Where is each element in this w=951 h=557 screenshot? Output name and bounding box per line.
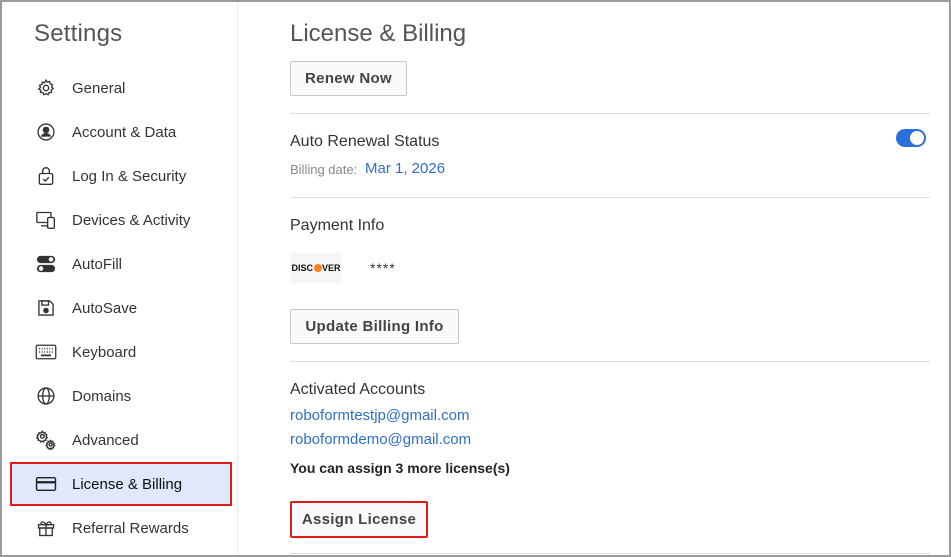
assign-license-button[interactable]: Assign License: [292, 503, 426, 536]
divider: [290, 361, 930, 362]
sidebar-item-label: Keyboard: [72, 343, 137, 361]
lock-icon: [34, 164, 58, 188]
activated-account-link[interactable]: roboformdemo@gmail.com: [290, 431, 471, 448]
assign-license-highlight: Assign License: [290, 501, 428, 538]
sidebar-item-license-billing[interactable]: License & Billing: [10, 462, 232, 506]
license-remaining-note: You can assign 3 more license(s): [290, 460, 510, 476]
sidebar-title: Settings: [34, 20, 123, 47]
sidebar-item-keyboard[interactable]: Keyboard: [10, 330, 232, 374]
sidebar-item-domains[interactable]: Domains: [10, 374, 232, 418]
advanced-gears-icon: [34, 428, 58, 452]
sidebar-item-account-data[interactable]: Account & Data: [10, 110, 232, 154]
sidebar-item-general[interactable]: General: [10, 66, 232, 110]
gift-icon: [34, 516, 58, 540]
sidebar-item-label: Account & Data: [72, 123, 177, 141]
sidebar: Settings General Account & Data Log In &…: [4, 4, 238, 555]
sidebar-item-label: General: [72, 79, 126, 97]
sidebar-item-devices-activity[interactable]: Devices & Activity: [10, 198, 232, 242]
divider: [290, 553, 930, 554]
sidebar-item-referral-rewards[interactable]: Referral Rewards: [10, 506, 232, 550]
divider: [290, 197, 930, 198]
billing-date-label: Billing date:: [290, 162, 358, 177]
sidebar-item-autofill[interactable]: AutoFill: [10, 242, 232, 286]
keyboard-icon: [34, 340, 58, 364]
sidebar-item-label: Devices & Activity: [72, 211, 191, 229]
account-circle-icon: [34, 120, 58, 144]
billing-date-value: Mar 1, 2026: [365, 160, 446, 177]
update-billing-info-button[interactable]: Update Billing Info: [290, 309, 459, 344]
auto-renewal-label: Auto Renewal Status: [290, 133, 440, 150]
sidebar-item-label: License & Billing: [72, 475, 183, 493]
card-number-masked: ****: [370, 260, 396, 276]
gear-icon: [34, 76, 58, 100]
sidebar-item-label: Referral Rewards: [72, 519, 189, 537]
divider: [290, 113, 930, 114]
sidebar-item-advanced[interactable]: Advanced: [10, 418, 232, 462]
settings-window: Settings General Account & Data Log In &…: [0, 0, 951, 557]
globe-icon: [34, 384, 58, 408]
sidebar-item-label: Log In & Security: [72, 167, 187, 185]
toggle-knob: [910, 131, 924, 145]
renew-now-button[interactable]: Renew Now: [290, 61, 407, 96]
sidebar-item-label: AutoSave: [72, 299, 138, 317]
sidebar-item-login-security[interactable]: Log In & Security: [10, 154, 232, 198]
devices-icon: [34, 208, 58, 232]
auto-renewal-toggle[interactable]: [896, 129, 926, 147]
main-panel: License & Billing Renew Now Auto Renewal…: [290, 4, 930, 555]
page-title: License & Billing: [290, 20, 467, 47]
activated-accounts-label: Activated Accounts: [290, 381, 426, 398]
activated-account-link[interactable]: roboformtestjp@gmail.com: [290, 407, 469, 424]
toggles-icon: [34, 252, 58, 276]
payment-info-label: Payment Info: [290, 217, 385, 234]
save-icon: [34, 296, 58, 320]
discover-card-logo: DISC VER: [290, 253, 342, 283]
credit-card-icon: [34, 472, 58, 496]
sidebar-item-label: AutoFill: [72, 255, 123, 273]
sidebar-item-label: Domains: [72, 387, 132, 405]
sidebar-item-autosave[interactable]: AutoSave: [10, 286, 232, 330]
sidebar-item-label: Advanced: [72, 431, 139, 449]
